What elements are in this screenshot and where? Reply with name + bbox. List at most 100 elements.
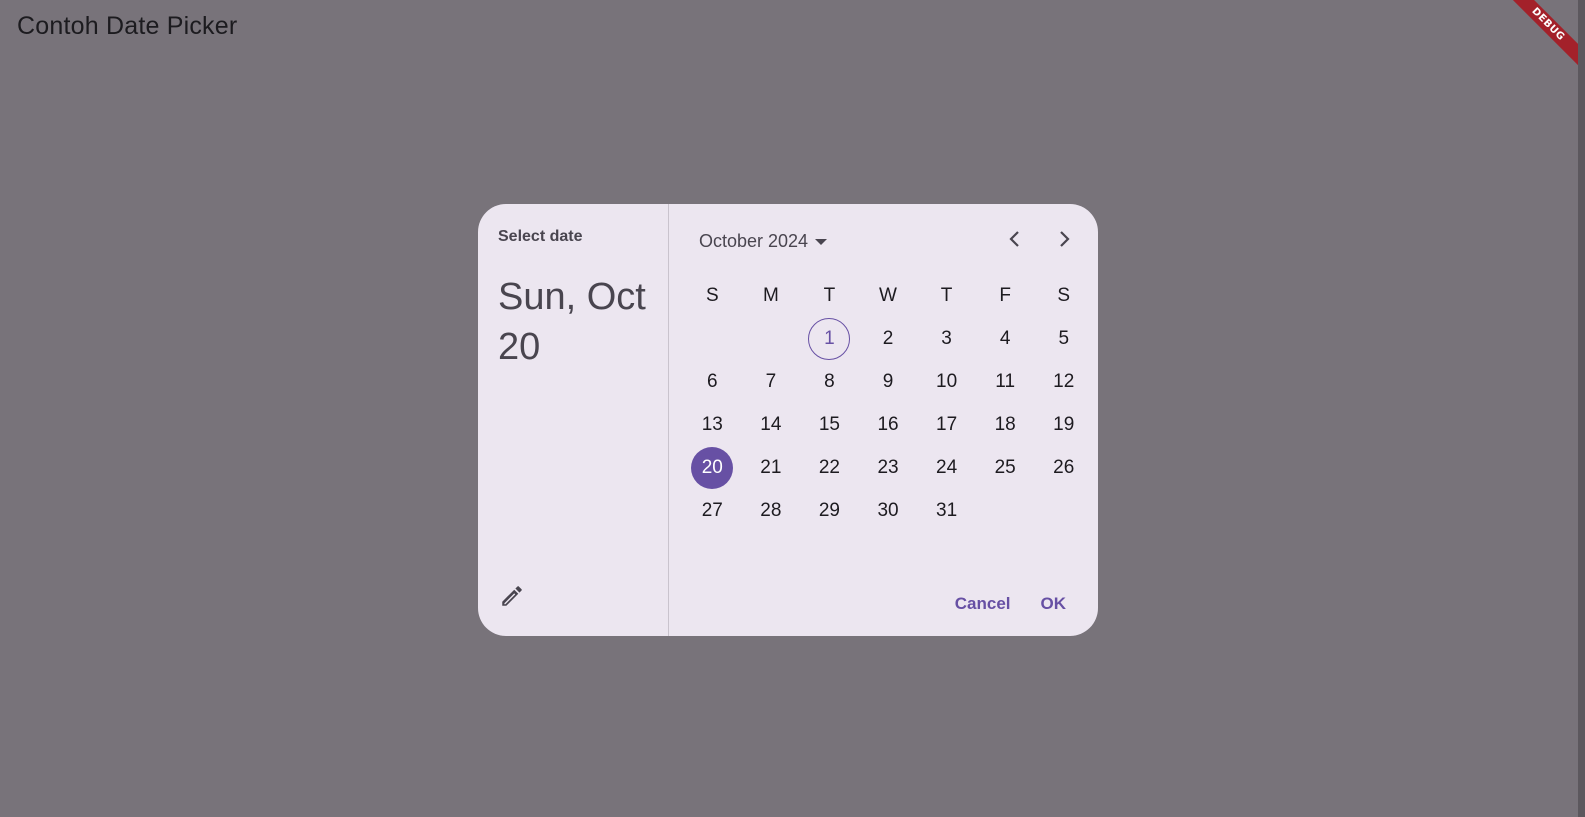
chevron-left-icon <box>1007 230 1023 252</box>
day-label: 5 <box>1058 327 1070 349</box>
day-cell[interactable]: 6 <box>683 360 742 403</box>
month-year-label: October 2024 <box>699 230 809 251</box>
weekday-label: F <box>999 284 1011 306</box>
date-picker-header: Select date Sun, Oct 20 <box>478 204 669 636</box>
day-cell[interactable]: 21 <box>742 446 801 489</box>
day-cell[interactable]: 2 <box>859 317 918 360</box>
weekday-label: S <box>1057 284 1071 306</box>
day-label: 19 <box>1053 413 1075 435</box>
day-label: 7 <box>765 370 777 392</box>
day-cell[interactable]: 22 <box>800 446 859 489</box>
day-cell[interactable]: 3 <box>917 317 976 360</box>
day-label: 28 <box>760 499 782 521</box>
day-label: 10 <box>936 370 958 392</box>
day-cell[interactable]: 15 <box>800 403 859 446</box>
day-cell[interactable]: 11 <box>976 360 1035 403</box>
help-text: Select date <box>498 228 583 245</box>
day-label: 16 <box>877 413 899 435</box>
day-cell[interactable]: 26 <box>1034 446 1093 489</box>
weekday-header-row: S M T W T F S <box>683 274 1093 317</box>
day-cell[interactable]: 25 <box>976 446 1035 489</box>
day-label: 4 <box>999 327 1011 349</box>
day-cell[interactable]: 10 <box>917 360 976 403</box>
calendar-grid: S M T W T F S 1 2 3 4 5 6 7 8 9 10 11 12… <box>683 274 1093 532</box>
day-cell[interactable]: 8 <box>800 360 859 403</box>
next-month-button[interactable] <box>1044 221 1084 261</box>
day-cell[interactable]: 31 <box>917 489 976 532</box>
weekday-label: M <box>762 284 779 306</box>
week-row: 6 7 8 9 10 11 12 <box>683 360 1093 403</box>
selected-date-headline: Sun, Oct 20 <box>498 276 646 368</box>
chevron-right-icon <box>1056 230 1072 252</box>
day-label: 13 <box>701 413 723 435</box>
day-label: 24 <box>936 456 958 478</box>
day-cell[interactable]: 4 <box>976 317 1035 360</box>
day-cell[interactable]: 23 <box>859 446 918 489</box>
day-label: 8 <box>824 370 835 392</box>
day-cell[interactable]: 9 <box>859 360 918 403</box>
day-label: 25 <box>994 456 1016 478</box>
day-label: 11 <box>995 370 1016 392</box>
day-cell[interactable]: 28 <box>742 489 801 532</box>
day-cell[interactable]: 1 <box>800 317 859 360</box>
day-label-today: 1 <box>808 317 851 360</box>
day-label: 27 <box>701 499 723 521</box>
weekday-label: W <box>879 284 897 306</box>
day-cell[interactable]: 16 <box>859 403 918 446</box>
day-label: 17 <box>936 413 958 435</box>
day-cell-empty <box>976 489 1035 532</box>
day-label: 29 <box>818 499 840 521</box>
day-cell[interactable]: 24 <box>917 446 976 489</box>
calendar-panel: October 2024 S M T W T F S 1 2 3 4 5 6 7… <box>669 204 1098 636</box>
week-row: 27 28 29 30 31 <box>683 489 1093 532</box>
debug-banner-label: DEBUG <box>1500 0 1578 73</box>
day-label: 21 <box>760 456 782 478</box>
day-label: 2 <box>882 327 894 349</box>
window-edge <box>1578 0 1585 817</box>
day-label: 9 <box>882 370 894 392</box>
weekday-label: T <box>940 284 953 306</box>
day-cell[interactable]: 5 <box>1034 317 1093 360</box>
day-cell[interactable]: 19 <box>1034 403 1093 446</box>
day-cell-empty <box>742 317 801 360</box>
day-cell[interactable]: 30 <box>859 489 918 532</box>
day-cell[interactable]: 27 <box>683 489 742 532</box>
day-label: 18 <box>994 413 1016 435</box>
day-cell[interactable]: 18 <box>976 403 1035 446</box>
day-label: 14 <box>760 413 782 435</box>
date-picker-dialog: Select date Sun, Oct 20 October 2024 S M… <box>478 204 1098 636</box>
weekday-label: T <box>823 284 836 306</box>
day-cell[interactable]: 7 <box>742 360 801 403</box>
day-cell[interactable]: 29 <box>800 489 859 532</box>
cancel-button[interactable]: Cancel <box>943 584 1023 624</box>
dropdown-arrow-icon <box>814 231 828 252</box>
week-row: 13 14 15 16 17 18 19 <box>683 403 1093 446</box>
debug-banner: DEBUG <box>1498 0 1578 80</box>
day-cell-empty <box>683 317 742 360</box>
week-row: 20 21 22 23 24 25 26 <box>683 446 1093 489</box>
day-label: 30 <box>877 499 899 521</box>
month-year-selector[interactable]: October 2024 <box>699 224 828 258</box>
switch-to-input-button[interactable] <box>492 578 532 618</box>
app-title: Contoh Date Picker <box>17 12 238 40</box>
day-label-selected: 20 <box>691 446 734 489</box>
ok-button[interactable]: OK <box>1029 584 1079 624</box>
day-label: 3 <box>941 327 952 349</box>
day-cell[interactable]: 17 <box>917 403 976 446</box>
day-label: 26 <box>1053 456 1075 478</box>
day-cell-empty <box>1034 489 1093 532</box>
day-label: 31 <box>936 499 958 521</box>
day-label: 6 <box>706 370 718 392</box>
previous-month-button[interactable] <box>995 221 1035 261</box>
day-cell[interactable]: 12 <box>1034 360 1093 403</box>
day-cell[interactable]: 14 <box>742 403 801 446</box>
day-cell-selected[interactable]: 20 <box>683 446 742 489</box>
day-label: 22 <box>818 456 840 478</box>
pencil-icon <box>499 583 525 613</box>
weekday-label: S <box>705 284 719 306</box>
day-label: 15 <box>818 413 840 435</box>
day-cell[interactable]: 13 <box>683 403 742 446</box>
dialog-actions: Cancel OK <box>943 584 1078 624</box>
week-row: 1 2 3 4 5 <box>683 317 1093 360</box>
day-label: 12 <box>1053 370 1075 392</box>
